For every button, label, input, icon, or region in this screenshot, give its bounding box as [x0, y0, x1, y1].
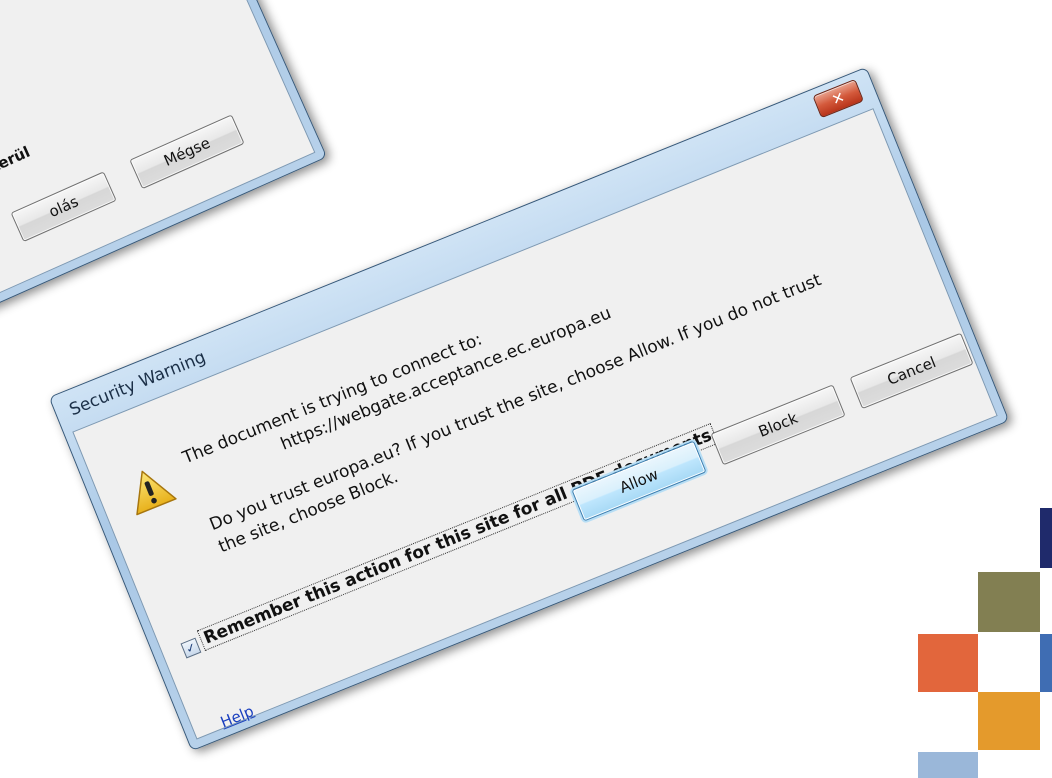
background-dialog-ok-button[interactable]: olás — [10, 171, 117, 243]
decor-square-olive — [978, 572, 1040, 632]
decor-square-orange-red — [918, 634, 978, 692]
cancel-button-label: Cancel — [884, 353, 939, 389]
remember-checkbox-label[interactable]: Remember this action for this site for a… — [196, 423, 719, 651]
message-connect-text: The document is trying to connect to: — [179, 329, 485, 469]
block-button[interactable]: Block — [710, 384, 846, 466]
decor-square-navy — [1040, 508, 1052, 568]
allow-button-label: Allow — [617, 465, 661, 497]
decor-square-amber — [978, 692, 1040, 750]
decor-square-light-blue — [918, 752, 978, 778]
warning-triangle-icon — [136, 470, 177, 516]
background-dialog-ok-label: olás — [46, 192, 82, 222]
background-dialog-bold-text: gra elökerül — [0, 142, 33, 201]
background-dialog-cancel-label: Mégse — [161, 133, 213, 170]
remember-checkbox[interactable]: ✓ — [180, 637, 202, 659]
background-dialog-cancel-button[interactable]: Mégse — [129, 114, 245, 190]
cancel-button[interactable]: Cancel — [849, 332, 974, 410]
close-button[interactable]: ✕ — [812, 78, 865, 119]
background-dialog-body: t. gra elökerül olás Mégse — [0, 0, 316, 358]
help-link[interactable]: Help — [218, 702, 256, 732]
decor-square-blue — [1040, 634, 1052, 692]
block-button-label: Block — [755, 408, 801, 441]
